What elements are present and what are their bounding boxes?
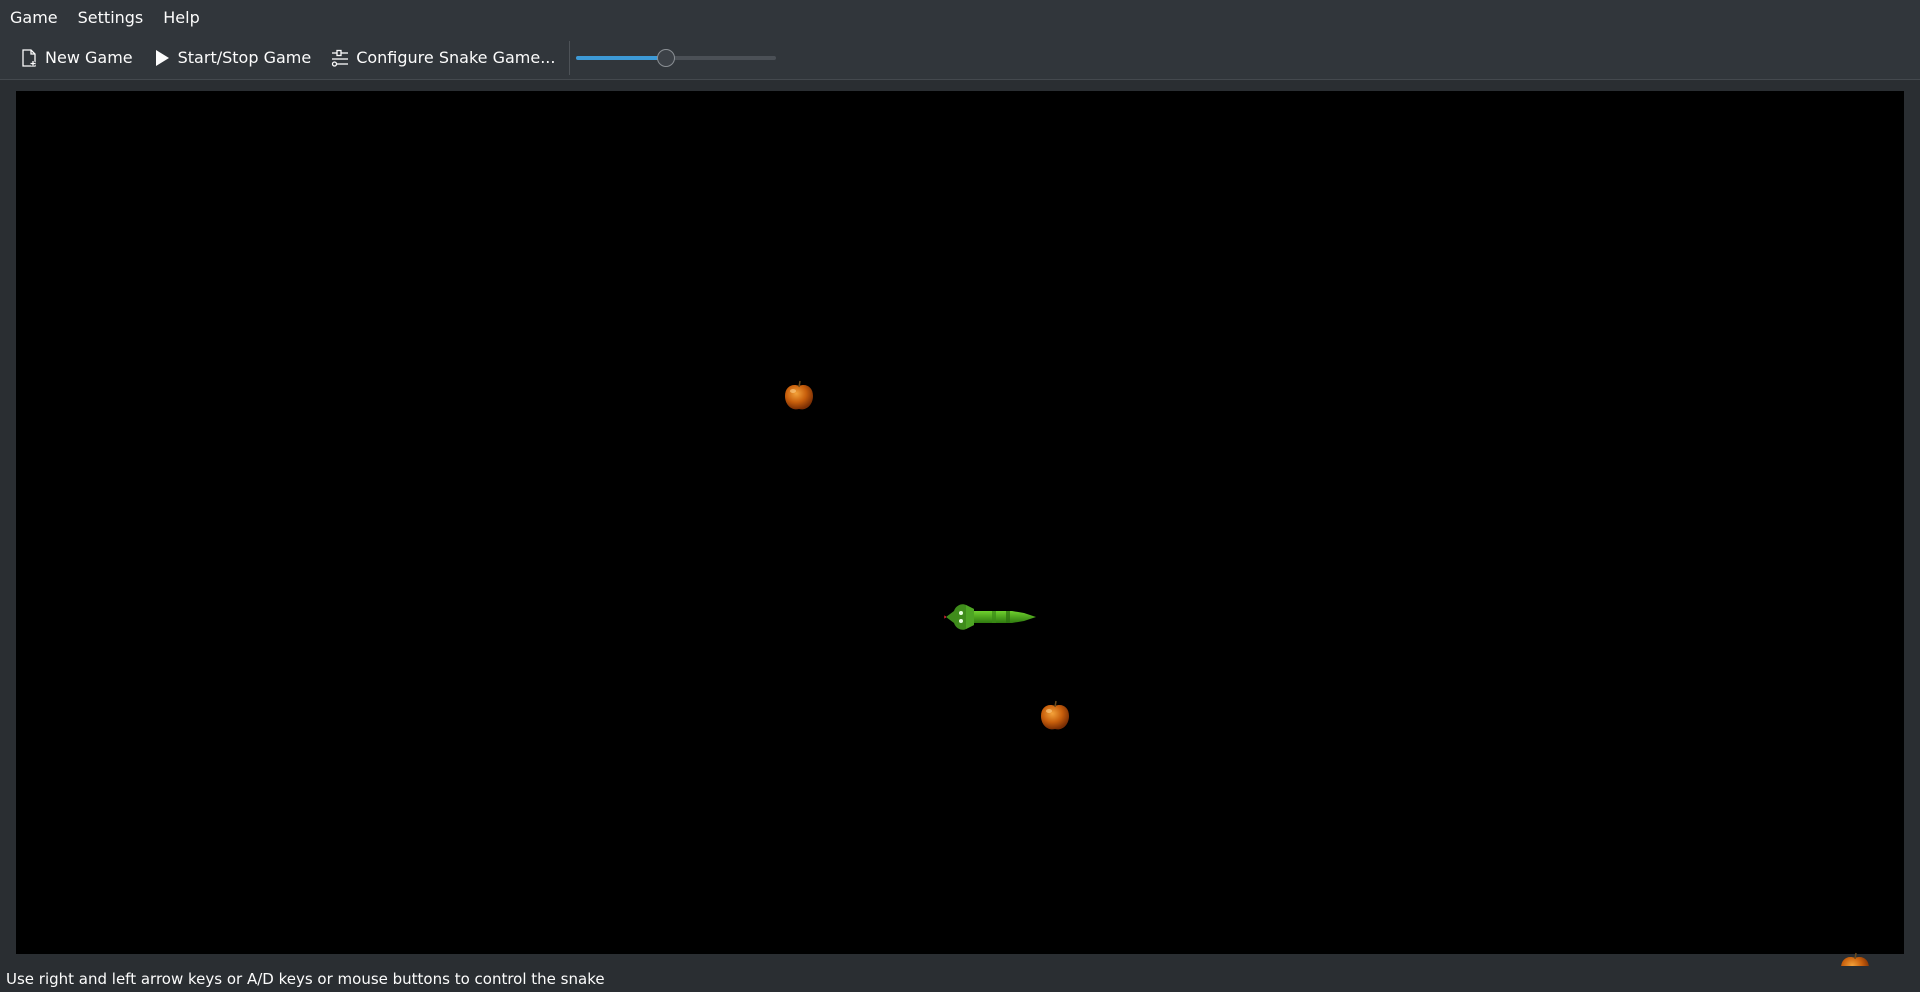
menu-settings[interactable]: Settings bbox=[68, 0, 154, 36]
apple-icon bbox=[1041, 700, 1069, 730]
slider-handle[interactable] bbox=[657, 48, 676, 67]
slider-fill bbox=[576, 55, 667, 60]
toolbar: New Game Start/Stop Game Configure Snake… bbox=[0, 36, 1920, 80]
new-game-label: New Game bbox=[45, 48, 133, 67]
play-icon bbox=[153, 49, 171, 67]
menu-game[interactable]: Game bbox=[0, 0, 68, 36]
menu-help[interactable]: Help bbox=[153, 0, 209, 36]
new-document-icon bbox=[20, 48, 38, 67]
new-game-button[interactable]: New Game bbox=[12, 40, 141, 76]
start-stop-game-button[interactable]: Start/Stop Game bbox=[145, 40, 320, 76]
toolbar-separator bbox=[569, 40, 571, 75]
configure-snake-game-label: Configure Snake Game... bbox=[356, 48, 556, 67]
start-stop-game-label: Start/Stop Game bbox=[177, 48, 312, 67]
snake-icon bbox=[944, 604, 1036, 630]
game-board[interactable] bbox=[16, 91, 1904, 982]
speed-slider[interactable] bbox=[576, 46, 777, 70]
menu-bar: Game Settings Help bbox=[0, 0, 1920, 36]
status-bar: Use right and left arrow keys or A/D key… bbox=[0, 966, 1920, 992]
snake-game-window: Game Settings Help New Game Start/Stop G… bbox=[0, 0, 1920, 992]
configure-snake-game-button[interactable]: Configure Snake Game... bbox=[323, 40, 563, 76]
apple-icon bbox=[785, 380, 813, 410]
status-message: Use right and left arrow keys or A/D key… bbox=[6, 970, 605, 988]
configure-sliders-icon bbox=[331, 49, 349, 67]
